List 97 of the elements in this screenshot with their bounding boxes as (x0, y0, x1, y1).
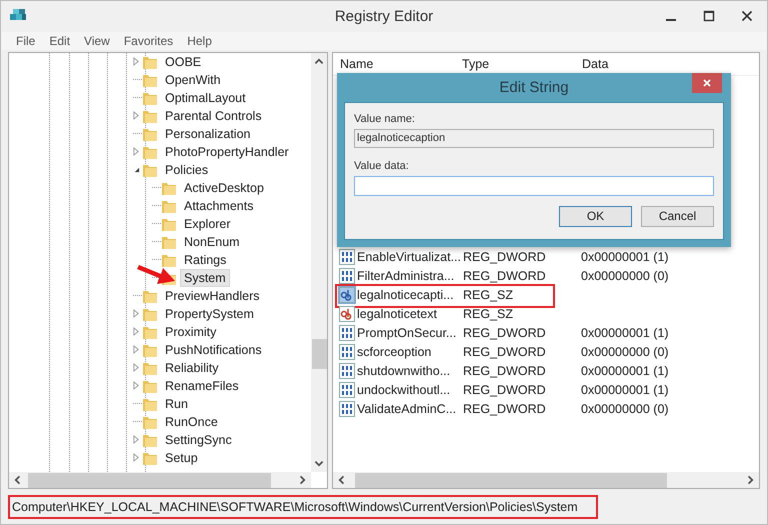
tree-item[interactable]: ActiveDesktop (180, 178, 268, 197)
value-data: 0x00000001 (1) (581, 250, 670, 264)
expand-icon[interactable] (133, 327, 140, 336)
scroll-thumb[interactable] (355, 472, 667, 488)
tree-item[interactable]: Run (161, 394, 192, 413)
scroll-thumb[interactable] (28, 472, 271, 488)
value-name[interactable]: legalnoticetext (357, 307, 461, 322)
value-data: 0x00000000 (0) (581, 269, 670, 284)
tree-item[interactable]: PushNotifications (161, 340, 266, 359)
expand-icon[interactable] (133, 435, 140, 444)
tree-item[interactable]: System (180, 268, 230, 287)
dialog-title: Edit String (499, 78, 569, 96)
cancel-button[interactable]: Cancel (641, 206, 714, 227)
value-type: REG_DWORD (462, 345, 547, 360)
expand-icon[interactable] (133, 381, 140, 390)
tree-connector (133, 97, 142, 98)
tree-connector (133, 421, 142, 422)
tree-connector (133, 79, 142, 80)
column-header[interactable]: Type (455, 56, 575, 71)
horizontal-scrollbar[interactable] (333, 472, 759, 488)
value-name[interactable]: EnableVirtualizat... (357, 250, 461, 264)
field-label: Value data: (354, 160, 410, 172)
value-type: REG_DWORD (462, 383, 547, 398)
tree-item[interactable]: Attachments (180, 196, 258, 215)
value-data: 0x00000001 (1) (581, 326, 670, 340)
tree-item[interactable]: Personalization (161, 124, 254, 143)
tree-item[interactable]: PreviewHandlers (161, 286, 264, 305)
tree-item[interactable]: RunOnce (161, 412, 222, 431)
expand-icon[interactable] (133, 57, 140, 66)
close-icon (702, 78, 712, 88)
tree-item[interactable]: SettingSync (161, 430, 236, 449)
tree-item[interactable]: PhotoPropertyHandler (161, 142, 293, 161)
close-button[interactable] (692, 72, 722, 93)
value-data-field[interactable] (354, 176, 714, 196)
expand-icon[interactable] (133, 453, 140, 462)
tree-connector (133, 133, 142, 134)
value-type: REG_DWORD (462, 269, 547, 284)
value-type: REG_DWORD (462, 250, 547, 264)
menu-item[interactable]: View (77, 34, 117, 48)
tree-item[interactable]: Policies (161, 160, 212, 179)
tree-item[interactable]: Reliability (161, 358, 222, 377)
tree-item[interactable]: PropertySystem (161, 304, 258, 323)
value-type: REG_DWORD (462, 402, 547, 416)
tree-item[interactable]: Explorer (180, 214, 235, 233)
value-data: 0x00000000 (0) (581, 345, 670, 360)
expand-icon[interactable] (133, 111, 140, 120)
value-name[interactable]: shutdownwitho... (357, 364, 461, 378)
close-icon[interactable] (741, 10, 753, 22)
tree-connector (152, 223, 161, 224)
field-label: Value name: (354, 112, 416, 125)
tree-item[interactable]: OptimalLayout (161, 88, 250, 107)
tree-connector (152, 241, 161, 242)
tree-connector (152, 259, 161, 260)
expand-icon[interactable] (133, 147, 140, 156)
horizontal-scrollbar[interactable] (9, 472, 311, 488)
menu-item[interactable]: Help (180, 34, 219, 48)
expand-icon[interactable] (133, 345, 140, 354)
menu-item[interactable]: Favorites (116, 34, 180, 48)
window-title: Registry Editor (334, 8, 434, 25)
tree-connector (133, 295, 142, 296)
value-name[interactable]: PromptOnSecur... (357, 326, 461, 340)
maximize-icon[interactable] (703, 10, 715, 22)
value-data: 0x00000001 (1) (581, 364, 670, 378)
tree-item[interactable]: Parental Controls (161, 106, 266, 125)
tree-item[interactable]: NonEnum (180, 232, 244, 251)
column-header[interactable]: Name (333, 56, 455, 71)
tree-item[interactable]: OpenWith (161, 70, 225, 89)
value-type: REG_SZ (462, 307, 514, 322)
value-data: 0x00000001 (1) (581, 383, 670, 398)
value-name[interactable]: ValidateAdminC... (357, 402, 461, 416)
tree-connector (152, 187, 161, 188)
collapse-icon[interactable] (133, 165, 140, 174)
value-type: REG_DWORD (462, 326, 547, 340)
tree-item[interactable]: Ratings (180, 250, 230, 269)
vertical-scrollbar[interactable] (311, 52, 327, 472)
value-name[interactable]: FilterAdministra... (357, 269, 461, 284)
expand-icon[interactable] (133, 309, 140, 318)
value-name-field: legalnoticecaption (354, 128, 714, 148)
value-data: 0x00000000 (0) (581, 402, 670, 416)
tree-item[interactable]: Setup (161, 448, 202, 467)
column-header[interactable]: Data (575, 56, 715, 71)
tree-connector (152, 205, 161, 206)
tree-item[interactable]: OOBE (161, 52, 206, 71)
value-name[interactable]: undockwithoutl... (357, 383, 461, 398)
value-type: REG_SZ (462, 288, 514, 302)
tree-item[interactable]: RenameFiles (161, 376, 243, 395)
tree-connector (133, 403, 142, 404)
menu-item[interactable]: File (9, 34, 42, 48)
scroll-thumb[interactable] (312, 338, 326, 369)
expand-icon[interactable] (133, 363, 140, 372)
menu-item[interactable]: Edit (42, 34, 78, 48)
ok-button[interactable]: OK (559, 206, 632, 227)
status-path: Computer\HKEY_LOCAL_MACHINE\SOFTWARE\Microsoft\Windows\CurrentVersion\Policies\System (8, 494, 598, 519)
value-name[interactable]: legalnoticecapti... (357, 288, 461, 302)
value-name[interactable]: scforceoption (357, 345, 461, 360)
tree-item[interactable]: Proximity (161, 322, 220, 341)
value-type: REG_DWORD (462, 364, 547, 378)
